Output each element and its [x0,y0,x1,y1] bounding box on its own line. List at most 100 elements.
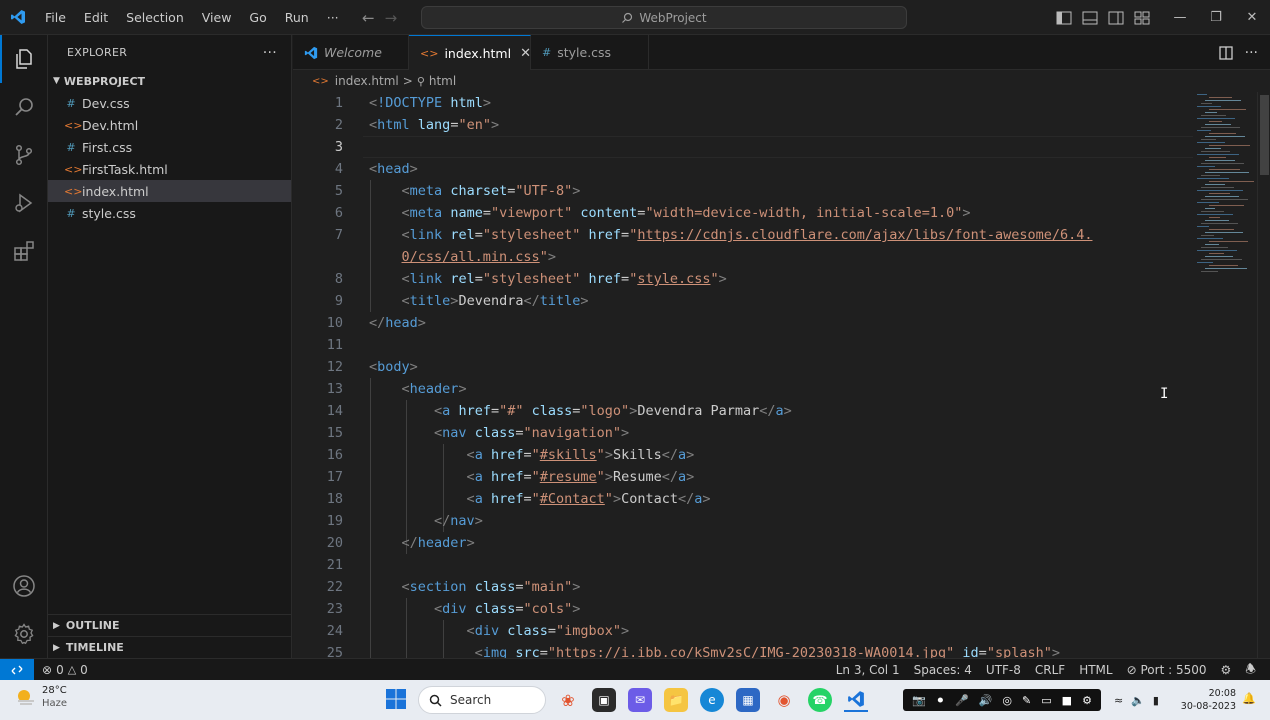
teams-chat-icon[interactable]: ✉ [628,688,652,712]
file-item[interactable]: <> index.html [48,180,291,202]
stop-icon[interactable]: ■ [1062,694,1072,707]
language-mode[interactable]: HTML [1079,663,1112,677]
task-view-icon[interactable]: ▣ [592,688,616,712]
extensions-icon[interactable] [0,227,48,275]
line-number: 17 [326,469,343,485]
file-item[interactable]: # Dev.css [48,92,291,114]
run-debug-icon[interactable] [0,179,48,227]
cursor-position[interactable]: Ln 3, Col 1 [836,663,900,677]
code-token: html [377,117,410,133]
windows-taskbar: 28°C Haze Search ❀ ▣ ✉ 📁 e ▦ ◉ ☎ 📷 ⚫ 🎤 🔊… [0,680,1270,720]
edge-browser-icon[interactable]: e [700,688,724,712]
code-token: "navigation" [523,425,622,441]
code-line: 24 <div class="imgbox"> [293,620,1193,642]
notifications-bell-icon[interactable]: 🕭 [1245,660,1256,681]
microphone-icon[interactable]: 🎤 [955,694,969,707]
encoding[interactable]: UTF-8 [986,663,1021,677]
close-tab-icon[interactable]: ✕ [520,46,531,61]
chrome-browser-icon[interactable]: ◉ [772,688,796,712]
tab-index-html[interactable]: <> index.html ✕ [409,35,531,70]
file-item[interactable]: <> FirstTask.html [48,158,291,180]
customize-layout-icon[interactable] [1134,11,1150,25]
windows-start-icon[interactable] [385,688,407,713]
notification-icon[interactable]: 🔔 [1242,692,1256,705]
menu-more[interactable]: ··· [318,0,348,35]
settings-gear-icon[interactable] [0,610,48,658]
text-cursor-icon: I [1160,386,1169,402]
whatsapp-icon[interactable]: ☎ [808,688,832,712]
clock-time: 20:08 [1208,688,1236,699]
back-arrow-icon[interactable]: ← [362,9,375,27]
explorer-more-button[interactable]: ··· [263,45,277,61]
menu-edit[interactable]: Edit [75,0,117,35]
outline-section[interactable]: ▶ OUTLINE [48,614,292,636]
window-icon[interactable]: ▭ [1041,694,1051,707]
tab-style-css[interactable]: # style.css [531,35,649,70]
folder-webproject[interactable]: ▼ WEBPROJECT [48,70,291,92]
code-token: = [523,447,532,463]
menu-run[interactable]: Run [276,0,318,35]
toggle-sidebar-icon[interactable] [1056,11,1072,25]
settings-gear-icon[interactable]: ⚙ [1082,694,1092,707]
code-line: 8 <link rel="stylesheet" href="style.css… [293,268,1193,290]
pen-icon[interactable]: ✎ [1022,694,1031,707]
minimize-icon[interactable]: — [1162,10,1198,25]
microsoft-store-icon[interactable]: ▦ [736,688,760,712]
volume-icon[interactable]: 🔈 [1131,694,1145,707]
breadcrumb-file[interactable]: index.html [335,74,399,88]
file-explorer-icon[interactable]: 📁 [664,688,688,712]
explorer-icon[interactable] [0,35,48,83]
breadcrumb-node[interactable]: html [429,74,456,88]
toggle-secondary-sidebar-icon[interactable] [1108,11,1124,25]
speaker-icon[interactable]: 🔊 [979,694,993,707]
close-icon[interactable]: ✕ [1234,10,1270,25]
source-control-icon[interactable] [0,131,48,179]
code-editor[interactable]: 1 <!DOCTYPE html> 2 <html lang="en"> 3 4 <head… [293,92,1270,658]
problems-indicator[interactable]: ⊗ 0 △ 0 [34,663,88,677]
record-icon[interactable]: ⚫ [936,694,945,707]
battery-icon[interactable]: ▮ [1153,694,1159,707]
fish-widget-icon[interactable]: ❀ [556,688,580,712]
minimap[interactable] [1193,92,1257,292]
forward-arrow-icon[interactable]: → [385,9,398,27]
menu-go[interactable]: Go [240,0,275,35]
code-line: 5 <meta charset="UTF-8"> [293,180,1193,202]
file-item[interactable]: # style.css [48,202,291,224]
tab-welcome[interactable]: Welcome [293,35,409,70]
indentation[interactable]: Spaces: 4 [914,663,972,677]
menu-file[interactable]: File [36,0,75,35]
search-icon[interactable] [0,83,48,131]
live-server-port[interactable]: ⊘ Port : 5500 [1127,663,1207,677]
minimap-line [1197,190,1243,191]
code-line: 0/css/all.min.css"> [293,246,1193,268]
code-line: 15 <nav class="navigation"> [293,422,1193,444]
accounts-icon[interactable] [0,562,48,610]
menu-view[interactable]: View [193,0,241,35]
vscode-taskbar-icon[interactable] [844,688,868,712]
file-item[interactable]: <> Dev.html [48,114,291,136]
code-token: href [458,403,491,419]
end-of-line[interactable]: CRLF [1035,663,1065,677]
command-center[interactable]: WebProject [421,6,907,29]
toggle-panel-icon[interactable] [1082,11,1098,25]
webcam-icon[interactable]: ◎ [1002,694,1012,707]
line-number: 24 [326,623,343,639]
more-actions-icon[interactable]: ··· [1245,45,1258,61]
weather-widget[interactable]: 28°C Haze [14,684,67,710]
file-item[interactable]: # First.css [48,136,291,158]
timeline-section[interactable]: ▶ TIMELINE [48,636,292,658]
taskbar-clock[interactable]: 20:08 30-08-2023 [1176,687,1236,713]
scrollbar-thumb[interactable] [1260,95,1269,175]
code-token: a [474,491,483,507]
menu-selection[interactable]: Selection [117,0,193,35]
split-editor-icon[interactable] [1218,45,1233,60]
code-token: < [369,161,378,177]
vertical-scrollbar[interactable] [1257,92,1270,658]
accounts-status-icon[interactable]: ⚙ [1220,663,1231,677]
taskbar-search[interactable]: Search [418,686,546,714]
wifi-icon[interactable]: ≈ [1114,694,1123,707]
camera-icon[interactable]: 📷 [912,694,926,707]
remote-indicator-icon[interactable] [0,658,34,681]
restore-icon[interactable]: ❐ [1198,10,1234,25]
